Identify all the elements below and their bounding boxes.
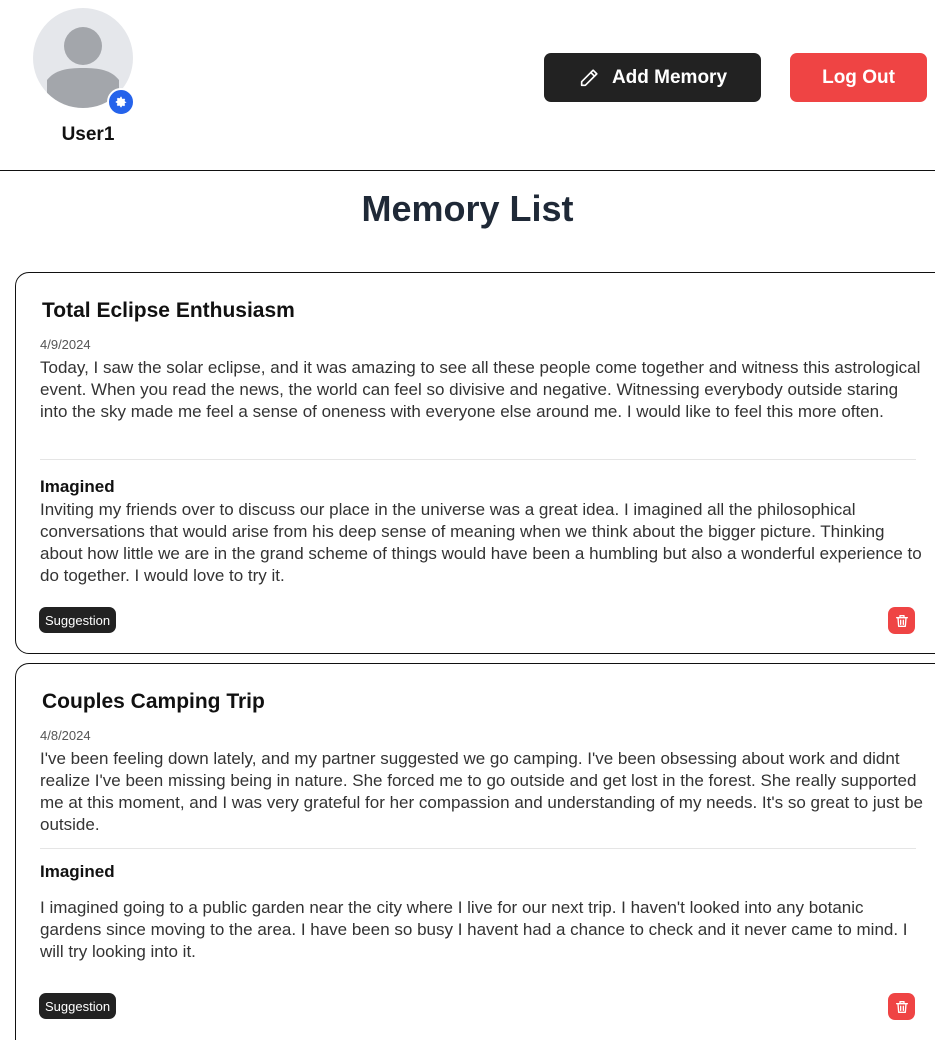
page: User1 Add Memory Log Out Memory List Tot… <box>0 0 935 1040</box>
memory-date: 4/9/2024 <box>40 337 91 352</box>
page-title: Memory List <box>361 188 574 229</box>
memory-card[interactable]: Couples Camping Trip 4/8/2024 I've been … <box>15 663 935 1040</box>
imagined-text: I imagined going to a public garden near… <box>40 898 908 961</box>
trash-icon <box>895 1000 908 1013</box>
add-memory-button[interactable]: Add Memory <box>544 53 761 102</box>
memory-text: Today, I saw the solar eclipse, and it w… <box>40 358 921 421</box>
add-memory-label: Add Memory <box>611 66 728 88</box>
gear-icon <box>115 96 127 108</box>
delete-button[interactable] <box>888 607 915 634</box>
suggestion-badge: Suggestion <box>39 607 117 633</box>
memory-card[interactable]: Total Eclipse Enthusiasm 4/9/2024 Today,… <box>15 272 935 654</box>
settings-badge[interactable] <box>107 88 135 116</box>
suggestion-badge: Suggestion <box>39 993 117 1019</box>
memory-title: Total Eclipse Enthusiasm <box>42 299 295 322</box>
logout-button[interactable]: Log Out <box>790 53 927 102</box>
memory-separator <box>40 459 916 460</box>
header-divider <box>0 170 935 171</box>
imagined-label: Imagined <box>40 862 115 881</box>
memory-date: 4/8/2024 <box>40 728 91 743</box>
memory-text: I've been feeling down lately, and my pa… <box>40 749 923 834</box>
memory-separator <box>40 848 916 849</box>
avatar-wrap[interactable] <box>33 8 135 116</box>
delete-button[interactable] <box>888 993 915 1020</box>
username: User1 <box>61 124 115 145</box>
pencil-icon <box>580 68 598 86</box>
memory-title: Couples Camping Trip <box>42 690 265 713</box>
imagined-label: Imagined <box>40 477 115 496</box>
trash-icon <box>895 614 908 627</box>
header: User1 Add Memory Log Out <box>0 0 935 170</box>
imagined-text: Inviting my friends over to discuss our … <box>40 500 922 585</box>
